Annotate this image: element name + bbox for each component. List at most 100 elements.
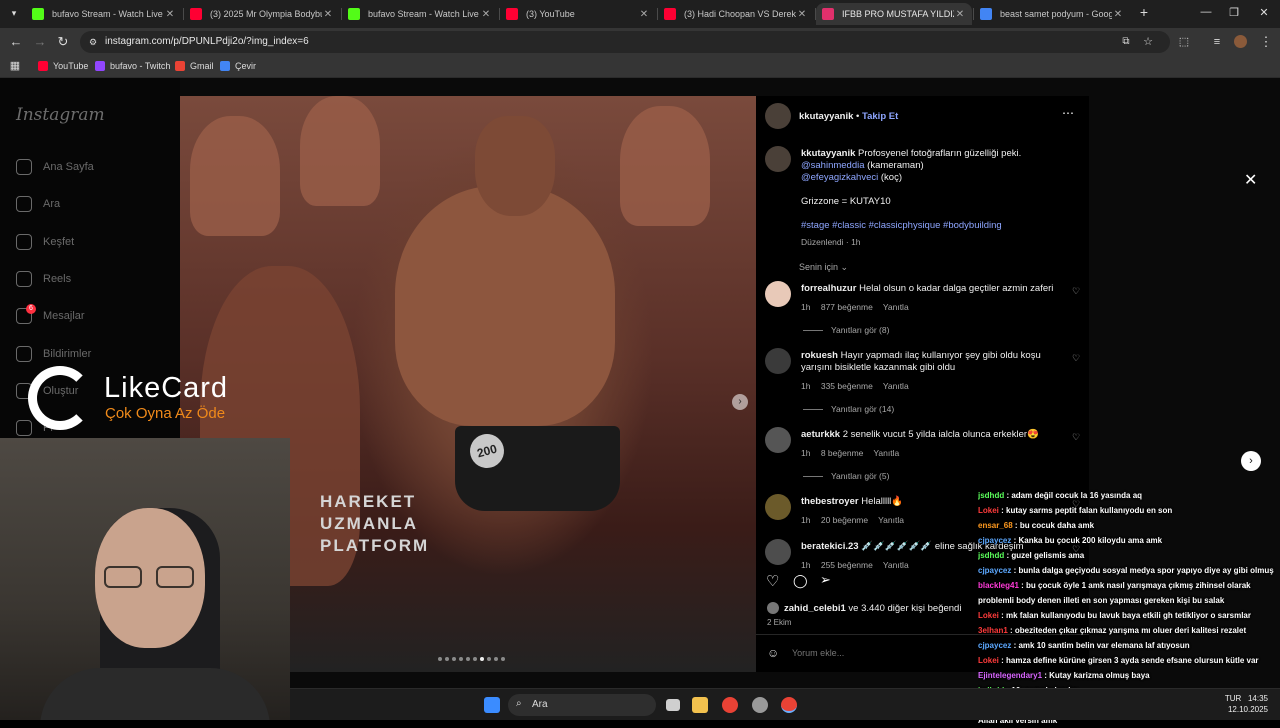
comment-likes[interactable]: 8 beğenme: [821, 448, 864, 458]
comment-username[interactable]: rokuesh: [801, 350, 838, 361]
extensions-icon[interactable]: ⬚: [1176, 34, 1192, 50]
file-explorer-icon[interactable]: [692, 697, 708, 713]
sidebar-item[interactable]: Ara: [16, 196, 60, 213]
chat-username[interactable]: Ejintelegendary1: [978, 671, 1042, 680]
back-icon[interactable]: ←: [8, 34, 24, 50]
chat-username[interactable]: blackleg41: [978, 581, 1019, 590]
browser-tab[interactable]: bufavo Stream - Watch Live on ✕: [342, 3, 498, 25]
chat-username[interactable]: 3elhan1: [978, 626, 1008, 635]
chat-username[interactable]: ensar_68: [978, 521, 1013, 530]
comment-avatar[interactable]: [765, 281, 791, 307]
comment-likes[interactable]: 877 beğenme: [821, 302, 873, 312]
tab-close-icon[interactable]: ✕: [1112, 9, 1124, 20]
sidebar-item[interactable]: Bildirimler: [16, 345, 91, 362]
tab-close-icon[interactable]: ✕: [638, 9, 650, 20]
comment-likes[interactable]: 335 beğenme: [821, 381, 873, 391]
menu-kebab-icon[interactable]: ⋮: [1258, 34, 1274, 50]
chat-username[interactable]: jsdhdd: [978, 491, 1004, 500]
chat-username[interactable]: Lokei: [978, 506, 999, 515]
new-tab-button[interactable]: +: [1136, 4, 1152, 20]
reload-icon[interactable]: ↻: [55, 34, 71, 50]
bookmark-item[interactable]: Çevir: [220, 61, 256, 71]
tab-close-icon[interactable]: ✕: [796, 9, 808, 20]
chat-username[interactable]: Lokei: [978, 611, 999, 620]
comment-reply-button[interactable]: Yanıtla: [883, 560, 909, 570]
comment-avatar[interactable]: [765, 539, 791, 565]
carousel-next-button[interactable]: ›: [732, 394, 748, 410]
minimize-icon[interactable]: —: [1198, 6, 1214, 18]
system-tray[interactable]: TUR 14:35 12.10.2025: [1225, 693, 1268, 715]
author-username[interactable]: kkutayyanik: [799, 111, 853, 122]
view-replies-button[interactable]: Yanıtları gör (14): [803, 404, 894, 414]
browser-tab[interactable]: bufavo Stream - Watch Live on ✕: [26, 3, 182, 25]
browser-tab[interactable]: (3) Hadi Choopan VS Derek Lu✕: [658, 3, 814, 25]
follow-button[interactable]: Takip Et: [862, 111, 898, 122]
chat-username[interactable]: Lokei: [978, 656, 999, 665]
site-info-icon[interactable]: ⚙: [85, 34, 101, 50]
instagram-logo[interactable]: Instagram: [16, 105, 105, 125]
liked-by-rest[interactable]: ve 3.440 diğer kişi beğendi: [848, 603, 961, 614]
comment-like-heart-icon[interactable]: ♡: [1072, 286, 1082, 296]
next-post-button[interactable]: ›: [1241, 451, 1261, 471]
task-view-icon[interactable]: [666, 699, 680, 711]
view-replies-button[interactable]: Yanıtları gör (5): [803, 471, 889, 481]
taskbar-search[interactable]: ⌕ Ara: [508, 694, 656, 716]
author-avatar[interactable]: [765, 103, 791, 129]
caption-avatar[interactable]: [765, 146, 791, 172]
comment-username[interactable]: forrealhuzur: [801, 283, 856, 294]
sidebar-item[interactable]: Ana Sayfa: [16, 159, 94, 175]
comment-like-heart-icon[interactable]: ♡: [1072, 353, 1082, 363]
comment-reply-button[interactable]: Yanıtla: [873, 448, 899, 458]
browser-tab[interactable]: IFBB PRO MUSTAFA YILDIZ (@✕: [816, 3, 972, 25]
close-window-icon[interactable]: ✕: [1256, 6, 1272, 19]
comment-avatar[interactable]: [765, 348, 791, 374]
forward-icon[interactable]: →: [32, 34, 48, 50]
tab-close-icon[interactable]: ✕: [164, 9, 176, 20]
sidebar-item[interactable]: Keşfet: [16, 233, 74, 250]
share-send-icon[interactable]: ➢: [820, 572, 831, 588]
tab-close-icon[interactable]: ✕: [322, 9, 334, 20]
comment-avatar[interactable]: [765, 494, 791, 520]
chat-username[interactable]: jsdhdd: [978, 551, 1004, 560]
chrome-icon[interactable]: [722, 697, 738, 713]
bookmark-item[interactable]: Gmail: [175, 61, 214, 71]
chrome-active-icon[interactable]: [781, 697, 797, 713]
url-text[interactable]: instagram.com/p/DPUNLPdji2o/?img_index=6: [105, 36, 309, 47]
address-bar[interactable]: ⚙ instagram.com/p/DPUNLPdji2o/?img_index…: [80, 31, 1170, 53]
maximize-icon[interactable]: ❐: [1226, 6, 1242, 19]
language-indicator[interactable]: TUR: [1225, 694, 1241, 703]
mention-link[interactable]: @sahinmeddia: [801, 160, 865, 171]
comment-reply-button[interactable]: Yanıtla: [883, 302, 909, 312]
like-heart-icon[interactable]: ♡: [766, 572, 779, 590]
bookmark-item[interactable]: YouTube: [38, 61, 88, 71]
tab-search-chevron-icon[interactable]: ▾: [6, 5, 22, 21]
tab-close-icon[interactable]: ✕: [954, 9, 966, 20]
comment-username[interactable]: beratekici.23: [801, 541, 859, 552]
close-modal-icon[interactable]: ✕: [1244, 170, 1257, 190]
view-replies-button[interactable]: Yanıtları gör (8): [803, 325, 889, 335]
comment-avatar[interactable]: [765, 427, 791, 453]
reading-list-icon[interactable]: ≡: [1209, 34, 1225, 50]
caption-username[interactable]: kkutayyanik: [801, 148, 855, 159]
bookmark-item[interactable]: bufavo - Twitch: [95, 61, 170, 71]
more-options-icon[interactable]: ⋯: [1062, 106, 1074, 120]
chat-username[interactable]: cjpaycez: [978, 566, 1011, 575]
comment-like-heart-icon[interactable]: ♡: [1072, 432, 1082, 442]
bookmark-star-icon[interactable]: ☆: [1140, 34, 1156, 50]
sidebar-item[interactable]: Reels: [16, 270, 71, 287]
start-windows-icon[interactable]: [484, 697, 500, 713]
browser-tab[interactable]: (3) YouTube ✕: [500, 3, 656, 25]
comment-reply-button[interactable]: Yanıtla: [878, 515, 904, 525]
mention-link[interactable]: @efeyagizkahveci: [801, 172, 878, 183]
sidebar-item[interactable]: Mesajlar 6: [16, 304, 85, 325]
browser-tab[interactable]: (3) 2025 Mr Olympia Bodybuild ✕: [184, 3, 340, 25]
profile-avatar[interactable]: [1234, 35, 1247, 48]
comment-reply-button[interactable]: Yanıtla: [883, 381, 909, 391]
app-icon[interactable]: [752, 697, 768, 713]
comment-bubble-icon[interactable]: ◯: [793, 573, 808, 589]
comment-likes[interactable]: 20 beğenme: [821, 515, 868, 525]
cast-icon[interactable]: ⧉: [1118, 34, 1134, 50]
browser-tab[interactable]: beast samet podyum - Google ✕: [974, 3, 1130, 25]
apps-grid-icon[interactable]: ▦: [7, 58, 23, 74]
comment-username[interactable]: thebestroyer: [801, 496, 859, 507]
